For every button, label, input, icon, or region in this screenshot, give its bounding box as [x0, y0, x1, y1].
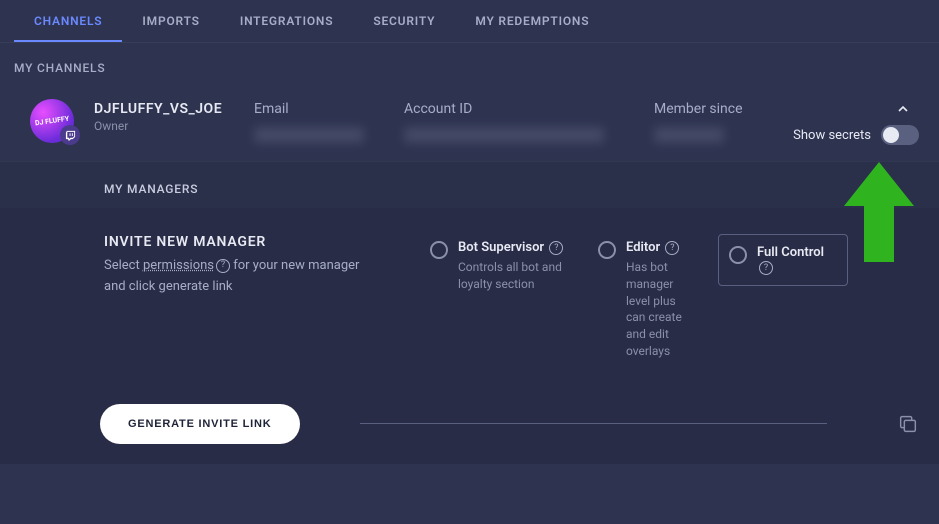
permission-name: Full Control — [757, 245, 824, 260]
tab-security[interactable]: SECURITY — [353, 0, 455, 42]
avatar: DJ FLUFFY — [30, 99, 74, 143]
help-icon[interactable]: ? — [665, 241, 679, 255]
tabs-bar: CHANNELS IMPORTS INTEGRATIONS SECURITY M… — [0, 0, 939, 43]
radio-icon[interactable] — [729, 246, 747, 264]
email-label: Email — [254, 101, 384, 117]
email-value — [254, 127, 364, 143]
permission-name: Bot Supervisor — [458, 240, 544, 255]
permission-desc: Controls all bot and loyalty section — [458, 259, 564, 293]
invite-description: Select permissions? for your new manager… — [104, 256, 404, 298]
permission-bot-supervisor[interactable]: Bot Supervisor ? Controls all bot and lo… — [422, 234, 572, 299]
help-icon[interactable]: ? — [759, 261, 773, 275]
permissions-link[interactable]: permissions — [143, 258, 214, 273]
show-secrets-toggle[interactable] — [881, 125, 919, 145]
permission-desc: Has bot manager level plus can create an… — [626, 259, 692, 360]
generate-invite-button[interactable]: GENERATE INVITE LINK — [100, 404, 300, 444]
account-id-label: Account ID — [404, 101, 634, 117]
generate-row: GENERATE INVITE LINK — [0, 376, 939, 464]
invite-link-field — [360, 423, 827, 424]
channel-role: Owner — [94, 119, 234, 133]
tab-channels[interactable]: CHANNELS — [14, 0, 122, 42]
section-my-managers: MY MANAGERS — [0, 161, 939, 208]
permission-name: Editor — [626, 240, 660, 255]
section-my-channels: MY CHANNELS — [0, 43, 939, 83]
member-since-value — [654, 127, 724, 143]
copy-icon[interactable] — [897, 413, 919, 435]
member-since-label: Member since — [654, 101, 744, 117]
twitch-icon — [60, 125, 80, 145]
chevron-up-icon[interactable] — [895, 101, 911, 121]
account-id-value — [404, 127, 604, 143]
tab-my-redemptions[interactable]: MY REDEMPTIONS — [455, 0, 609, 42]
show-secrets-label: Show secrets — [793, 128, 871, 143]
channel-name: DJFLUFFY_VS_JOE — [94, 101, 234, 117]
invite-title: INVITE NEW MANAGER — [104, 234, 404, 250]
help-icon[interactable]: ? — [216, 259, 230, 273]
permission-full-control[interactable]: Full Control ? — [718, 234, 848, 286]
radio-icon[interactable] — [598, 241, 616, 259]
radio-icon[interactable] — [430, 241, 448, 259]
channel-row: DJ FLUFFY DJFLUFFY_VS_JOE Owner Email Ac… — [0, 83, 939, 161]
help-icon[interactable]: ? — [549, 241, 563, 255]
invite-manager-section: INVITE NEW MANAGER Select permissions? f… — [0, 208, 939, 376]
permission-editor[interactable]: Editor ? Has bot manager level plus can … — [590, 234, 700, 366]
tab-integrations[interactable]: INTEGRATIONS — [220, 0, 354, 42]
tab-imports[interactable]: IMPORTS — [122, 0, 219, 42]
